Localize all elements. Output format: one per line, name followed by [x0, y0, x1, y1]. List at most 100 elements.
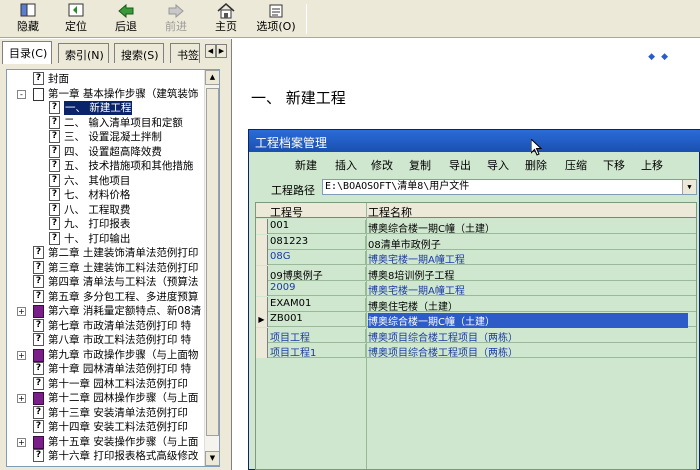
locate-button[interactable]: 定位: [52, 1, 100, 37]
dialog-button[interactable]: 修改: [371, 157, 393, 173]
tree-item[interactable]: ? 九、 打印报表: [7, 217, 205, 231]
forward-button[interactable]: 前进: [152, 1, 200, 37]
row-indicator[interactable]: [256, 234, 268, 250]
dialog-button[interactable]: 插入: [335, 157, 357, 173]
cell-project-id[interactable]: 项目工程1: [270, 344, 366, 358]
tree-item[interactable]: ? 一、 新建工程: [7, 101, 205, 115]
tree-item[interactable]: ? 第十三章 安装清单法范例打印: [7, 405, 205, 420]
row-indicator[interactable]: [256, 343, 268, 358]
table-row[interactable]: 项目工程 博奥项目综合楼工程项目（两栋）: [256, 327, 696, 344]
tree-item[interactable]: ? 第五章 多分包工程、多进度预算: [7, 289, 205, 304]
table-row[interactable]: 08G 博奥宅楼一期A幢工程: [256, 250, 696, 266]
tab-search[interactable]: 搜索(S): [114, 43, 164, 63]
expand-icon[interactable]: +: [17, 307, 26, 316]
tree-item[interactable]: ? 第十四章 安装工料法范例打印: [7, 420, 205, 434]
tree-item[interactable]: ? 第十一章 园林工料法范例打印: [7, 376, 205, 391]
dialog-button[interactable]: 压缩: [565, 157, 587, 173]
tab-scroll-left-icon[interactable]: ◀: [205, 44, 216, 58]
column-header-project-name[interactable]: 工程名称: [368, 204, 412, 220]
current-row-indicator-icon[interactable]: ▶: [256, 312, 268, 327]
hide-button[interactable]: 隐藏: [4, 1, 52, 37]
cell-project-name[interactable]: 博奥8培训例子工程: [368, 267, 688, 282]
row-indicator[interactable]: [256, 327, 268, 343]
tree-item[interactable]: ? 第十六章 打印报表格式高级修改: [7, 449, 205, 463]
cell-project-name[interactable]: 博奥项目综合楼工程项目（两栋）: [368, 329, 688, 344]
column-header-project-id[interactable]: 工程号: [270, 204, 303, 220]
cell-project-name[interactable]: 博奥综合楼一期C幢（土建）: [368, 313, 688, 328]
tab-index[interactable]: 索引(N): [58, 43, 109, 63]
tree-item[interactable]: + 第十二章 园林操作步骤（与上面: [7, 391, 205, 405]
cell-project-id[interactable]: 081223: [270, 235, 366, 250]
cell-project-id[interactable]: 项目工程: [270, 328, 366, 343]
cell-project-name[interactable]: 08清单市政例子: [368, 236, 688, 251]
home-button[interactable]: 主页: [202, 1, 250, 37]
row-indicator[interactable]: [256, 281, 268, 296]
collapse-icon[interactable]: -: [17, 89, 26, 99]
row-indicator[interactable]: [256, 250, 268, 265]
dialog-button[interactable]: 上移: [641, 157, 663, 173]
tree-item[interactable]: ? 第七章 市政清单法范例打印 特: [7, 318, 205, 333]
tree-item[interactable]: ? 五、 技术措施项和其他措施: [7, 159, 205, 173]
tree-item[interactable]: ? 第八章 市政工料法范例打印 特: [7, 333, 205, 347]
expand-icon[interactable]: +: [17, 350, 26, 360]
tree-item[interactable]: ? 八、 工程取费: [7, 202, 205, 217]
tab-contents[interactable]: 目录(C): [2, 41, 53, 64]
table-row[interactable]: 项目工程1 博奥项目综合楼工程项目（两栋）: [256, 343, 696, 359]
chevron-down-icon[interactable]: ▼: [682, 180, 696, 194]
cell-project-name[interactable]: 博奥项目综合楼工程项目（两栋）: [368, 344, 688, 359]
tab-bookmarks[interactable]: 书签: [170, 43, 200, 63]
tree-item[interactable]: + 第十五章 安装操作步骤（与上面: [7, 435, 205, 449]
tree-item-label: 三、 设置混凝土拌制: [64, 131, 162, 143]
tree-item[interactable]: ? 四、 设置超高降效费: [7, 144, 205, 159]
scroll-down-icon[interactable]: ▼: [205, 451, 219, 466]
cell-project-name[interactable]: 博奥综合楼一期C幢（土建）: [368, 220, 688, 235]
cell-project-name[interactable]: 博奥住宅楼（土建）: [368, 298, 688, 313]
row-indicator[interactable]: [256, 296, 268, 312]
dialog-button[interactable]: 新建: [295, 157, 317, 173]
cell-project-id[interactable]: 08G: [270, 251, 366, 265]
table-row[interactable]: 081223 08清单市政例子: [256, 234, 696, 251]
tab-scroll-right-icon[interactable]: ▶: [216, 44, 227, 58]
tree-item[interactable]: ? 第三章 土建装饰工料法范例打印: [7, 260, 205, 275]
tree-item[interactable]: - 第一章 基本操作步骤（建筑装饰: [7, 87, 205, 101]
table-row[interactable]: 001 博奥综合楼一期C幢（土建）: [256, 219, 696, 235]
tree-item[interactable]: ? 二、 输入清单项目和定额: [7, 115, 205, 130]
tree-vertical-scrollbar[interactable]: ▲ ▼: [204, 70, 219, 466]
expand-icon[interactable]: +: [17, 394, 26, 403]
tree-item[interactable]: ? 十、 打印输出: [7, 231, 205, 246]
back-button[interactable]: 后退: [102, 1, 150, 37]
table-row[interactable]: ▶ ZB001 博奥综合楼一期C幢（土建）: [256, 312, 696, 328]
options-button[interactable]: 选项(O): [252, 1, 300, 37]
dialog-button[interactable]: 下移: [603, 157, 625, 173]
tree-item[interactable]: ? 第二章 土建装饰清单法范例打印: [7, 246, 205, 260]
dialog-button[interactable]: 导出: [449, 157, 471, 173]
cell-project-name[interactable]: 博奥宅楼一期A幢工程: [368, 251, 688, 266]
cell-project-id[interactable]: 09博奥例子: [270, 266, 366, 281]
cell-project-id[interactable]: EXAM01: [270, 297, 366, 312]
cell-project-id[interactable]: 001: [270, 220, 366, 234]
scroll-up-icon[interactable]: ▲: [205, 70, 219, 85]
table-row[interactable]: EXAM01 博奥住宅楼（土建）: [256, 296, 696, 313]
next-topic-icon[interactable]: ◆: [661, 52, 674, 62]
table-row[interactable]: 09博奥例子 博奥8培训例子工程: [256, 265, 696, 282]
dialog-button[interactable]: 导入: [487, 157, 509, 173]
scrollbar-thumb[interactable]: [206, 88, 219, 436]
row-indicator[interactable]: [256, 265, 268, 281]
cell-project-name[interactable]: 博奥宅楼一期A幢工程: [368, 282, 688, 297]
tree-item[interactable]: ? 第十章 园林清单法范例打印 特: [7, 362, 205, 376]
tree-item[interactable]: ? 三、 设置混凝土拌制: [7, 130, 205, 144]
tree-item[interactable]: + 第六章 消耗量定额特点、新08清: [7, 304, 205, 318]
dialog-button[interactable]: 复制: [409, 157, 431, 173]
row-indicator[interactable]: [256, 219, 268, 234]
tree-item[interactable]: ? 七、 材料价格: [7, 188, 205, 202]
cell-project-id[interactable]: ZB001: [270, 313, 366, 327]
project-path-select[interactable]: E:\BOAOSOFT\清单8\用户文件 ▼: [322, 179, 697, 195]
tree-item[interactable]: ? 第四章 清单法与工料法（预算法: [7, 275, 205, 289]
cell-project-id[interactable]: 2009: [270, 282, 366, 296]
tree-item[interactable]: ? 六、 其他项目: [7, 173, 205, 188]
table-row[interactable]: 2009 博奥宅楼一期A幢工程: [256, 281, 696, 297]
tree-item[interactable]: + 第九章 市政操作步骤（与上面物: [7, 348, 205, 362]
tree-item[interactable]: ? 封面: [7, 72, 205, 86]
previous-topic-icon[interactable]: ◆: [648, 52, 661, 62]
expand-icon[interactable]: +: [17, 437, 26, 447]
